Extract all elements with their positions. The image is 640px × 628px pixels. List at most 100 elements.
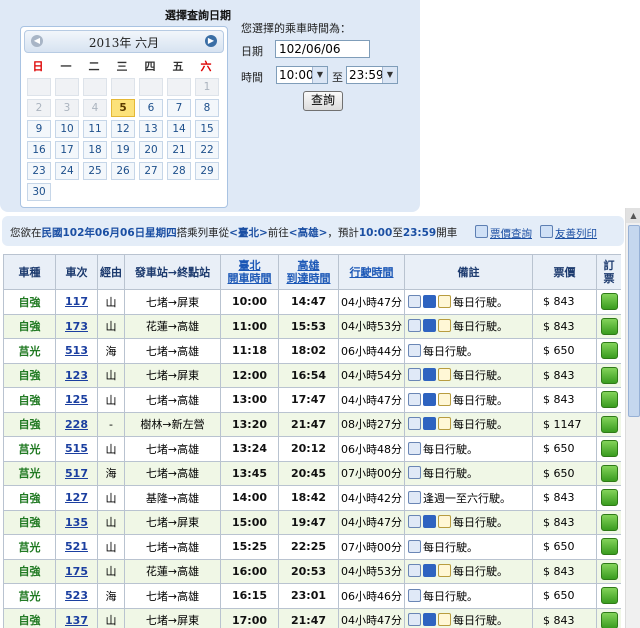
calendar-day[interactable]: 21	[167, 141, 191, 159]
calendar-day[interactable]: 1	[195, 78, 219, 96]
calendar-day[interactable]: 7	[167, 99, 191, 117]
calendar-day[interactable]: 25	[83, 162, 107, 180]
arrival-time: 18:02	[278, 338, 339, 364]
note-text: 每日行駛。	[453, 565, 508, 579]
arrival-time: 21:47	[278, 607, 339, 628]
calendar-day[interactable]: 12	[111, 120, 135, 138]
page-scrollbar[interactable]: ▲	[625, 208, 640, 628]
scroll-thumb[interactable]	[628, 225, 640, 417]
bicycle-icon	[438, 515, 451, 529]
date-input[interactable]: 102/06/06	[275, 40, 370, 58]
header-booking: 訂票	[596, 254, 621, 290]
train-route: 七堵→屏東	[124, 362, 221, 388]
train-no-link[interactable]: 127	[65, 491, 88, 504]
train-route: 七堵→高雄	[124, 534, 221, 560]
book-ticket-icon[interactable]	[600, 611, 618, 628]
time-from-select[interactable]: 10:00 ▼	[276, 66, 328, 84]
calendar-day[interactable]: 6	[139, 99, 163, 117]
header-arrival[interactable]: 高雄 到達時間	[278, 254, 339, 290]
departure-time: 16:00	[220, 558, 279, 584]
calendar-day[interactable]: 29	[195, 162, 219, 180]
train-no-link[interactable]: 125	[65, 393, 88, 406]
calendar-day[interactable]: 16	[27, 141, 51, 159]
printer-icon	[540, 225, 553, 238]
print-link[interactable]: 友善列印	[540, 225, 597, 241]
calendar-day[interactable]: 2	[27, 99, 51, 117]
book-ticket-icon[interactable]	[600, 538, 618, 556]
travel-duration: 04小時53分	[338, 313, 405, 339]
train-no-link[interactable]: 137	[65, 614, 88, 627]
calendar-day[interactable]: 27	[139, 162, 163, 180]
query-button[interactable]: 查詢	[303, 91, 343, 111]
fare-query-link[interactable]: 票價查詢	[475, 225, 532, 241]
calendar-day[interactable]: 11	[83, 120, 107, 138]
calendar-day[interactable]: 23	[27, 162, 51, 180]
calendar-day[interactable]: 15	[195, 120, 219, 138]
ticket-price: $ 843	[532, 485, 597, 511]
time-to-select[interactable]: 23:59 ▼	[346, 66, 398, 84]
calendar-day[interactable]: 9	[27, 120, 51, 138]
calendar-day[interactable]: 10	[55, 120, 79, 138]
info-icon	[408, 392, 421, 406]
booking-cell	[596, 387, 621, 413]
calendar-day[interactable]: 26	[111, 162, 135, 180]
book-ticket-icon[interactable]	[600, 293, 618, 311]
header-departure[interactable]: 臺北 開車時間	[220, 254, 279, 290]
train-no-cell: 173	[55, 313, 98, 339]
book-ticket-icon[interactable]	[600, 513, 618, 531]
book-ticket-icon[interactable]	[600, 342, 618, 360]
train-notes: 每日行駛。	[404, 558, 533, 584]
calendar-day[interactable]: 13	[139, 120, 163, 138]
train-route: 七堵→高雄	[124, 460, 221, 486]
book-ticket-icon[interactable]	[600, 464, 618, 482]
calendar-day[interactable]: 4	[83, 99, 107, 117]
header-duration[interactable]: 行駛時間	[338, 254, 405, 290]
book-ticket-icon[interactable]	[600, 391, 618, 409]
train-no-link[interactable]: 123	[65, 369, 88, 382]
train-no-link[interactable]: 513	[65, 344, 88, 357]
scroll-up-icon[interactable]: ▲	[626, 208, 640, 223]
calendar-day[interactable]: 3	[55, 99, 79, 117]
query-prompt: 您選擇的乘車時間為：	[241, 22, 351, 35]
book-ticket-icon[interactable]	[600, 440, 618, 458]
info-icon	[408, 368, 421, 382]
calendar-day[interactable]: 22	[195, 141, 219, 159]
calendar-day[interactable]: 28	[167, 162, 191, 180]
train-no-link[interactable]: 175	[65, 565, 88, 578]
train-no-cell: 137	[55, 607, 98, 628]
train-class: 莒光	[3, 460, 56, 486]
train-route: 七堵→屏東	[124, 289, 221, 315]
calendar-day[interactable]: 18	[83, 141, 107, 159]
train-no-link[interactable]: 117	[65, 295, 88, 308]
book-ticket-icon[interactable]	[600, 366, 618, 384]
train-no-link[interactable]: 228	[65, 418, 88, 431]
calendar-day-selected[interactable]: 5	[111, 99, 135, 117]
weekday-label: 一	[60, 60, 72, 73]
calendar-day[interactable]: 17	[55, 141, 79, 159]
train-no-link[interactable]: 515	[65, 442, 88, 455]
train-no-link[interactable]: 523	[65, 589, 88, 602]
book-ticket-icon[interactable]	[600, 489, 618, 507]
calendar-day[interactable]: 24	[55, 162, 79, 180]
calendar-day[interactable]: 14	[167, 120, 191, 138]
train-no-link[interactable]: 173	[65, 320, 88, 333]
calendar-day[interactable]: 19	[111, 141, 135, 159]
calendar-next-icon[interactable]: ▶	[205, 35, 217, 47]
train-no-link[interactable]: 517	[65, 467, 88, 480]
ticket-price: $ 843	[532, 313, 597, 339]
book-ticket-icon[interactable]	[600, 317, 618, 335]
train-row: 自強 125 山七堵→高雄 13:00 17:47 04小時47分 每日行駛。 $ 843	[3, 387, 621, 413]
travel-duration: 06小時48分	[338, 436, 405, 462]
train-no-link[interactable]: 135	[65, 516, 88, 529]
train-row: 自強 117 山七堵→屏東 10:00 14:47 04小時47分 每日行駛。 $ 843	[3, 289, 621, 315]
calendar-day[interactable]: 30	[27, 183, 51, 201]
book-ticket-icon[interactable]	[600, 562, 618, 580]
book-ticket-icon[interactable]	[600, 587, 618, 605]
train-row: 自強 135 山七堵→屏東 15:00 19:47 04小時47分 每日行駛。 $ 843	[3, 509, 621, 535]
train-route: 花蓮→高雄	[124, 313, 221, 339]
train-no-link[interactable]: 521	[65, 540, 88, 553]
calendar-day[interactable]: 8	[195, 99, 219, 117]
calendar-day[interactable]: 20	[139, 141, 163, 159]
book-ticket-icon[interactable]	[600, 415, 618, 433]
info-icon	[408, 294, 421, 308]
